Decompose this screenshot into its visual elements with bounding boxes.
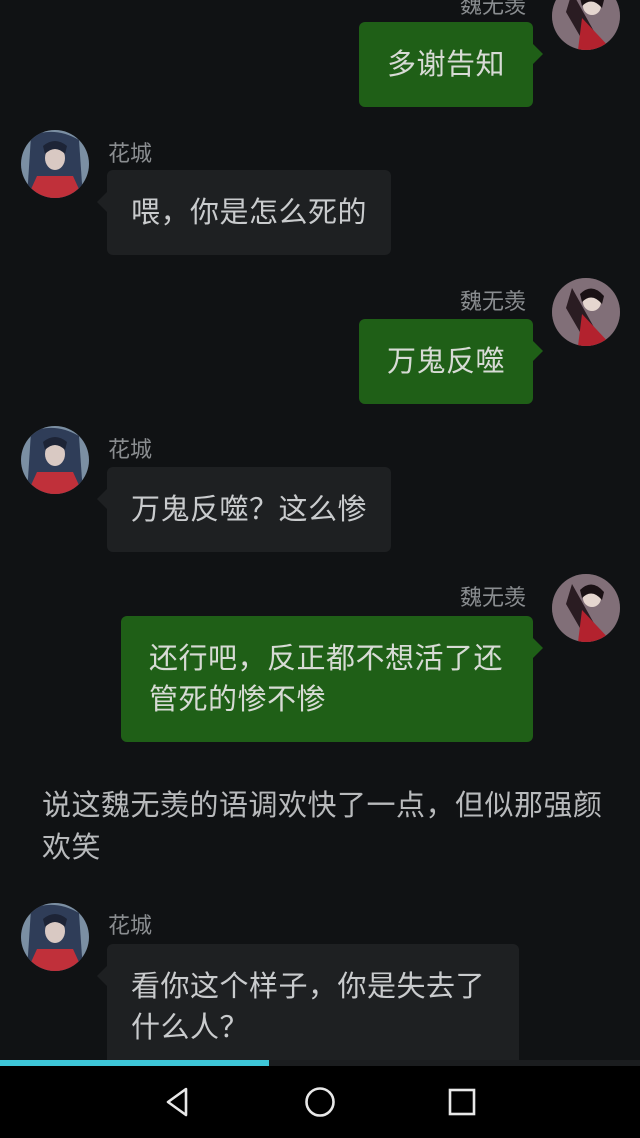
chat-area[interactable]: 魏无羡 多谢告知 花城 喂，你是怎么死的 魏无羡 万鬼反噬 花城 万鬼反噬？这么…	[0, 0, 640, 1066]
avatar-wei-wuxian[interactable]	[552, 0, 620, 50]
avatar-hua-cheng[interactable]	[21, 130, 89, 198]
sender-name: 魏无羡	[460, 586, 527, 611]
recents-button[interactable]	[444, 1084, 480, 1120]
circle-home-icon	[305, 1087, 335, 1117]
sender-name: 魏无羡	[460, 0, 527, 19]
avatar-hua-cheng-icon	[21, 426, 89, 494]
avatar-wei-wuxian[interactable]	[552, 278, 620, 346]
avatar-wei-wuxian[interactable]	[552, 574, 620, 642]
triangle-back-icon	[166, 1087, 188, 1117]
message-bubble-incoming[interactable]: 万鬼反噬？这么惨	[96, 467, 392, 552]
avatar-wei-wuxian-icon	[552, 0, 620, 50]
message-bubble-outgoing[interactable]: 多谢告知	[358, 22, 544, 107]
sender-name: 花城	[108, 914, 153, 939]
sender-name: 花城	[108, 142, 153, 167]
narration-text: 说这魏无羡的语调欢快了一点，但似那强颜欢笑	[42, 788, 603, 864]
message-bubble-outgoing[interactable]: 万鬼反噬	[358, 319, 544, 404]
back-button[interactable]	[160, 1084, 196, 1120]
system-navigation-bar	[0, 1066, 640, 1138]
sender-name: 魏无羡	[460, 290, 527, 315]
sender-name: 花城	[108, 438, 153, 463]
message-bubble-incoming[interactable]: 喂，你是怎么死的	[96, 170, 392, 255]
message-bubble-incoming[interactable]: 看你这个样子，你是失去了什么人？	[97, 944, 519, 1066]
avatar-hua-cheng[interactable]	[21, 903, 89, 971]
avatar-hua-cheng-icon	[21, 130, 89, 198]
home-button[interactable]	[302, 1084, 338, 1120]
avatar-hua-cheng[interactable]	[21, 426, 89, 494]
message-bubble-outgoing[interactable]: 还行吧，反正都不想活了还管死的惨不惨	[121, 616, 543, 742]
square-recents-icon	[448, 1088, 476, 1116]
avatar-wei-wuxian-icon	[552, 278, 620, 346]
avatar-hua-cheng-icon	[21, 903, 89, 971]
avatar-wei-wuxian-icon	[552, 574, 620, 642]
